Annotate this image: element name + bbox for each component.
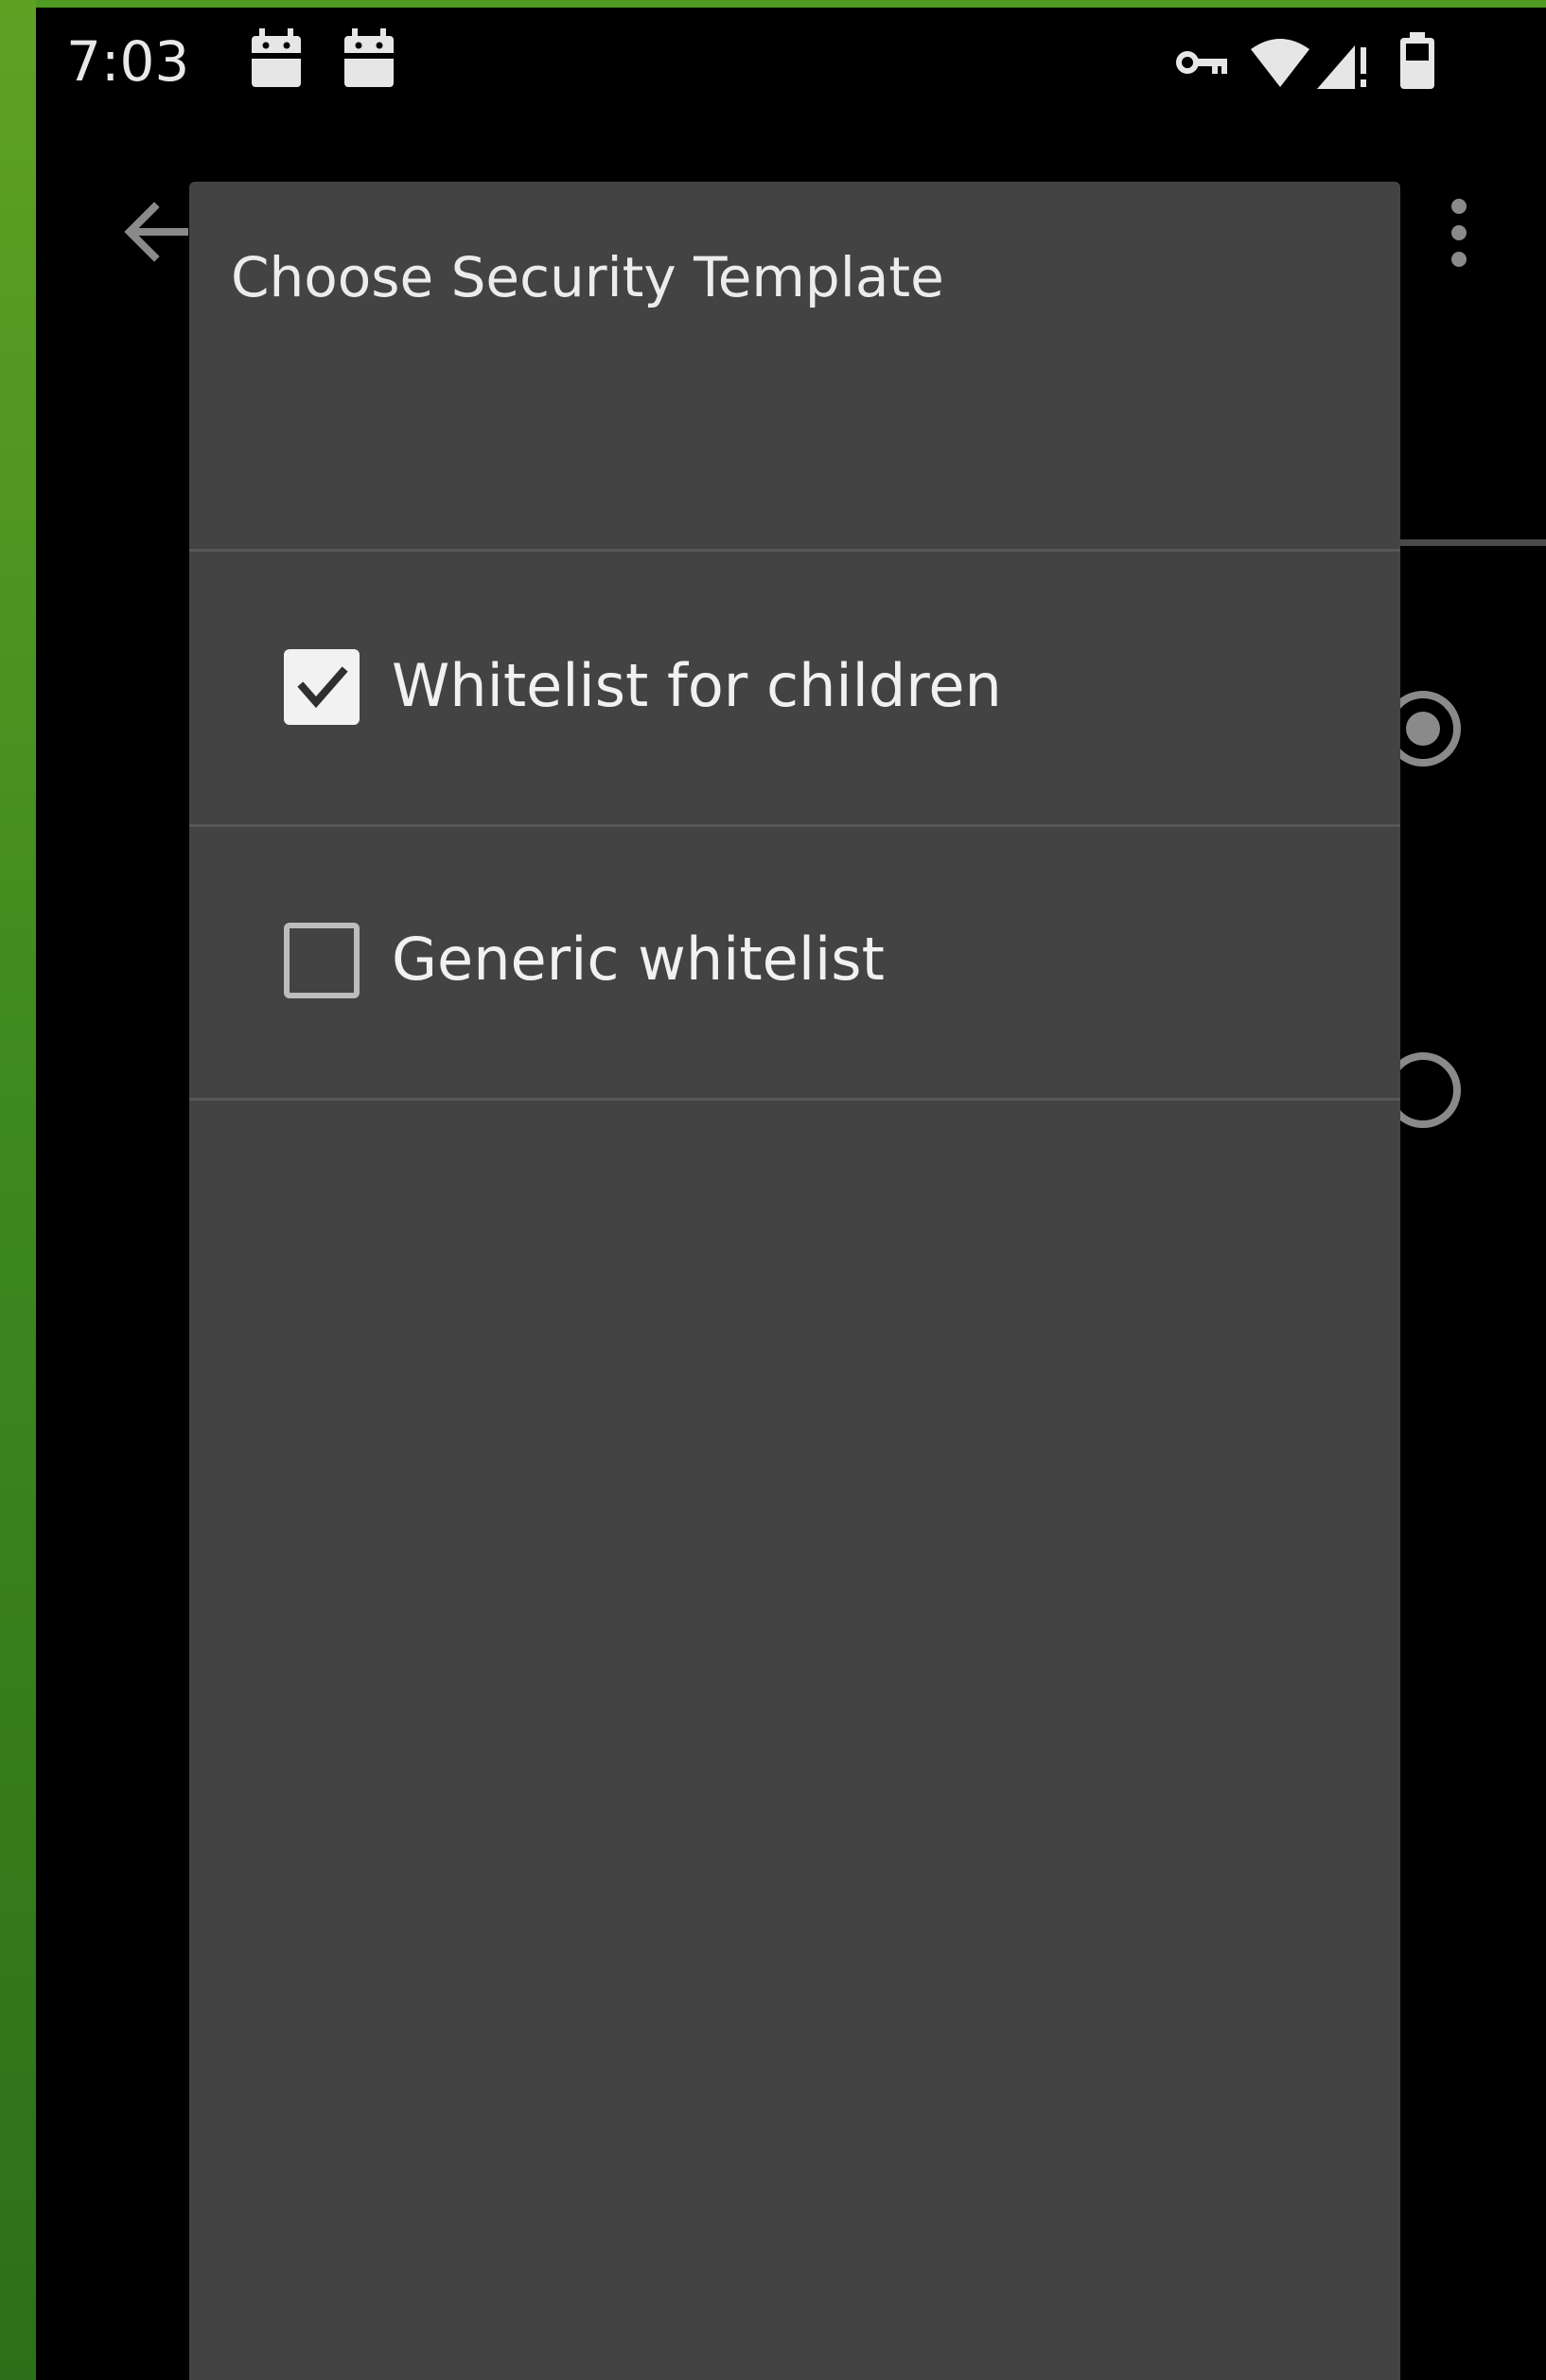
security-template-dialog: Choose Security Template Whitelist for c… <box>189 182 1400 2380</box>
android-debug-icon <box>248 26 305 93</box>
wifi-icon <box>1249 36 1311 93</box>
android-debug-icon <box>341 26 397 93</box>
battery-icon <box>1398 32 1436 95</box>
status-time: 7:03 <box>66 29 190 94</box>
window-top-edge <box>0 0 1546 8</box>
dialog-title: Choose Security Template <box>231 245 944 309</box>
option-label: Whitelist for children <box>392 651 1002 720</box>
option-label: Generic whitelist <box>392 925 885 994</box>
checkbox-unchecked[interactable] <box>284 923 360 998</box>
check-icon <box>297 666 348 709</box>
more-vertical-icon[interactable] <box>1443 197 1475 273</box>
arrow-left-icon[interactable] <box>118 194 194 273</box>
underlying-divider <box>1398 539 1546 546</box>
option-generic-whitelist[interactable]: Generic whitelist <box>189 825 1400 1101</box>
vpn-key-icon <box>1176 45 1229 83</box>
checkbox-checked[interactable] <box>284 649 360 725</box>
window-left-edge <box>0 0 36 2380</box>
option-whitelist-children[interactable]: Whitelist for children <box>189 549 1400 827</box>
cell-signal-icon <box>1315 36 1370 95</box>
